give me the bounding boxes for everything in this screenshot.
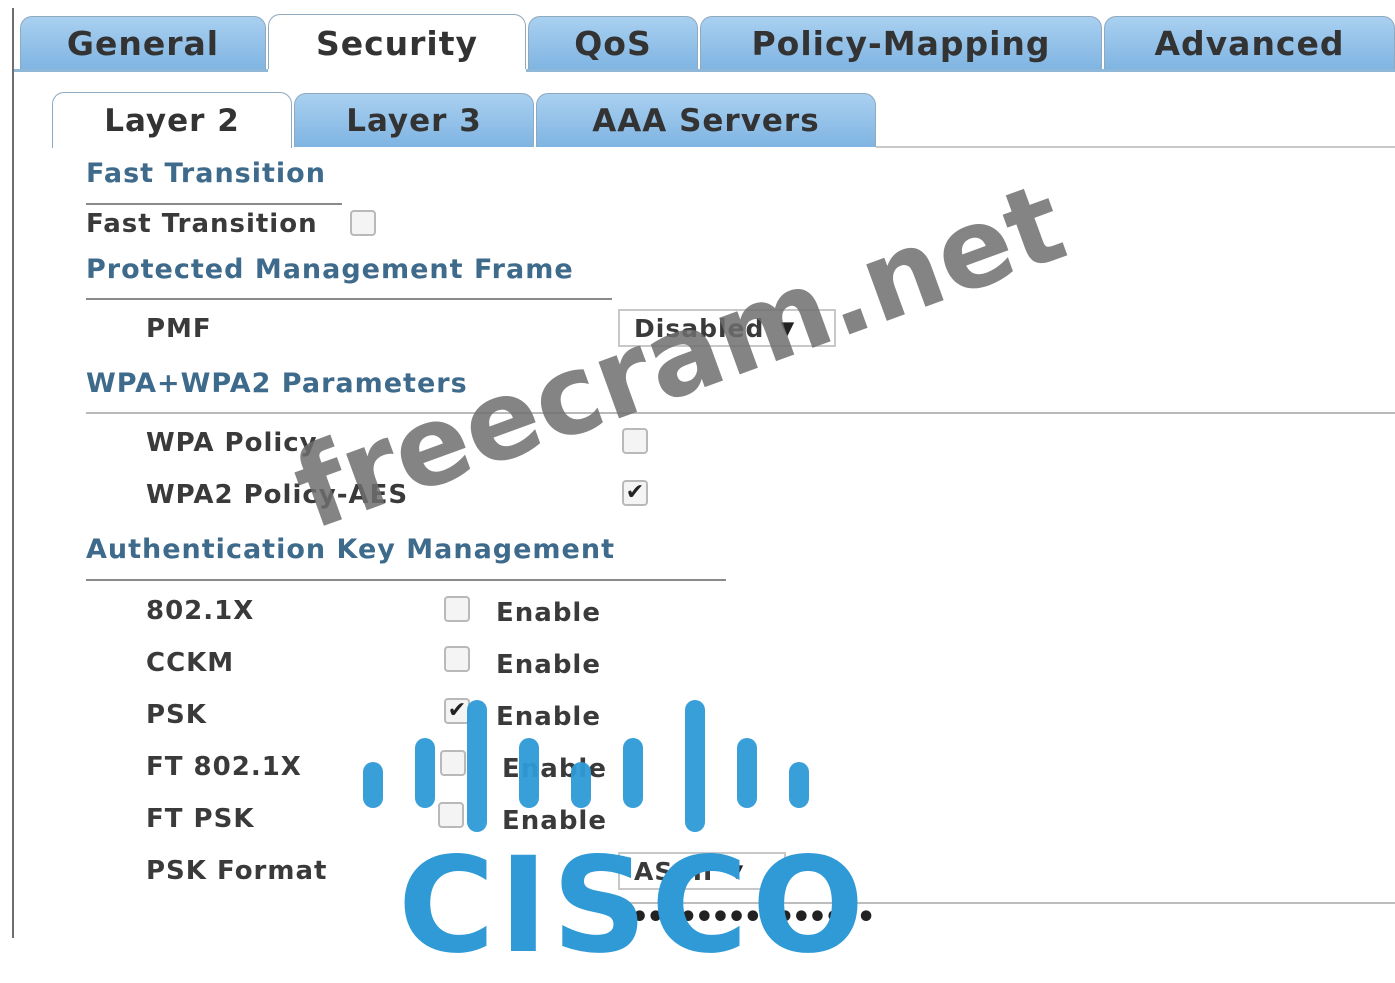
divider <box>86 298 612 300</box>
fast-transition-checkbox[interactable] <box>350 210 376 236</box>
divider <box>86 579 726 581</box>
divider <box>86 412 1395 414</box>
fast-transition-section-title: Fast Transition <box>86 158 326 189</box>
subtab-layer-2[interactable]: Layer 2 <box>52 92 292 148</box>
tab-advanced[interactable]: Advanced <box>1104 16 1395 70</box>
akm-label-ft-psk: FT PSK <box>146 804 255 834</box>
subtab-divider <box>876 146 1395 148</box>
cisco-logo-text: CISCO <box>398 829 869 983</box>
akm-label-ft-8021x: FT 802.1X <box>146 752 302 782</box>
cisco-logo-bars-icon <box>363 700 809 832</box>
tab-security[interactable]: Security <box>268 14 526 72</box>
akm-label-psk: PSK <box>146 700 207 730</box>
subtab-aaa-servers[interactable]: AAA Servers <box>536 93 876 147</box>
main-tab-strip <box>14 69 1395 72</box>
psk-format-label: PSK Format <box>146 856 328 886</box>
pmf-label: PMF <box>146 314 212 344</box>
tab-general[interactable]: General <box>20 16 266 70</box>
pmf-section-title: Protected Management Frame <box>86 254 574 285</box>
subtab-layer-3[interactable]: Layer 3 <box>294 93 534 147</box>
enable-label: Enable <box>496 598 601 628</box>
akm-8021x-checkbox[interactable] <box>444 596 470 622</box>
wpa2-aes-checkbox[interactable]: ✔ <box>622 480 648 506</box>
tab-qos[interactable]: QoS <box>528 16 698 70</box>
akm-label-cckm: CCKM <box>146 648 235 678</box>
fast-transition-label: Fast Transition <box>86 209 318 239</box>
tab-policy-mapping[interactable]: Policy-Mapping <box>700 16 1102 70</box>
enable-label: Enable <box>496 650 601 680</box>
akm-cckm-checkbox[interactable] <box>444 646 470 672</box>
divider <box>86 203 342 205</box>
akm-label-8021x: 802.1X <box>146 596 255 626</box>
